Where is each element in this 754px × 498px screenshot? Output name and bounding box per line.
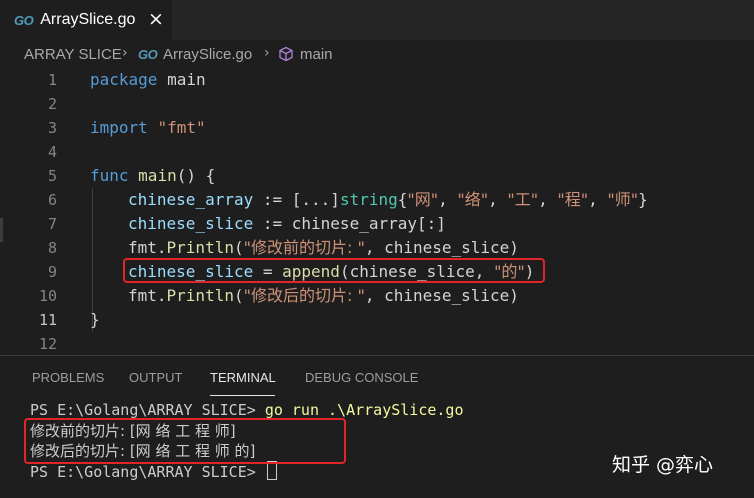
terminal-prompt: PS E:\Golang\ARRAY SLICE> [30,463,265,481]
function-name: Println [166,238,234,257]
close-icon[interactable]: × [148,9,164,29]
breadcrumb-file[interactable]: ArraySlice.go [163,46,252,63]
line-number: 5 [47,167,57,185]
tab-terminal[interactable]: TERMINAL [210,370,276,385]
line-number: 4 [47,143,57,161]
code-line-5: func main() { [90,164,215,188]
string-literal: "修改后的切片: " [243,286,365,305]
punctuation: , [588,190,608,209]
code-line-1: package main [90,68,206,92]
line-number: 3 [47,119,57,137]
function-name: main [138,166,177,185]
punctuation: ( [233,286,244,305]
chevron-right-icon: › [264,45,270,61]
breadcrumb-symbol[interactable]: main [300,46,333,63]
punctuation: } [90,310,100,329]
code-line-10: fmt.Println("修改后的切片: ", chinese_slice) [128,284,519,308]
type-name: string [339,190,398,209]
highlight-box [24,418,346,464]
code-editor[interactable]: 1 2 3 4 5 6 7 8 9 10 11 12 package main … [0,70,754,355]
function-name: Println [166,286,234,305]
line-number: 1 [47,71,57,89]
variable: chinese_slice [128,214,254,233]
punctuation: () { [176,166,216,185]
tab-title: ArraySlice.go [40,11,136,28]
line-number: 10 [38,287,57,305]
code-line-8: fmt.Println("修改前的切片: ", chinese_slice) [128,236,519,260]
symbol-method-icon [279,46,293,62]
line-number: 2 [47,95,57,113]
string-literal: "工" [507,190,539,209]
keyword: func [90,166,129,185]
package-ref: fmt. [128,238,167,257]
line-number-active: 11 [38,311,57,329]
watermark: 知乎 @弈心 [612,454,714,476]
terminal-prompt: PS E:\Golang\ARRAY SLICE> [30,401,265,419]
terminal-command: go run .\ArraySlice.go [264,401,464,419]
punctuation: } [638,190,648,209]
editor-tab-bar: GO ArraySlice.go × [0,0,754,40]
tab-debug-console[interactable]: DEBUG CONSOLE [305,370,418,385]
operator: := [...] [253,190,340,209]
breadcrumb-folder[interactable]: ARRAY SLICE [24,46,122,63]
keyword: import [90,118,148,137]
breadcrumb: ARRAY SLICE › GO ArraySlice.go › main [0,40,754,70]
variable: chinese_array [128,190,254,209]
string-literal: "修改前的切片: " [243,238,365,257]
line-number: 6 [47,191,57,209]
arguments: , chinese_slice) [364,238,519,257]
highlight-box [123,258,545,283]
punctuation: ( [233,238,244,257]
go-file-icon: GO [138,47,158,62]
chevron-right-icon: › [122,45,128,61]
punctuation: , [538,190,558,209]
punctuation: { [397,190,408,209]
punctuation: , [488,190,508,209]
string-literal: "fmt" [157,118,206,137]
tab-problems[interactable]: PROBLEMS [32,370,104,385]
code-line-3: import "fmt" [90,116,206,140]
terminal-command-line[interactable]: PS E:\Golang\ARRAY SLICE> go run .\Array… [30,400,464,420]
line-number: 8 [47,239,57,257]
string-literal: "网" [407,190,439,209]
string-literal: "程" [557,190,589,209]
keyword: package [90,70,158,89]
string-literal: "络" [457,190,489,209]
operator: := [253,214,292,233]
line-number: 12 [38,335,57,353]
go-file-icon: GO [14,12,34,28]
code-line-11: } [90,308,100,332]
expression: chinese_array[:] [291,214,446,233]
string-literal: "师" [607,190,639,209]
arguments: , chinese_slice) [364,286,519,305]
package-name: main [167,70,206,89]
tab-output[interactable]: OUTPUT [129,370,182,385]
line-number: 9 [47,263,57,281]
active-tab-indicator [210,395,275,396]
package-ref: fmt. [128,286,167,305]
terminal-prompt-line[interactable]: PS E:\Golang\ARRAY SLICE> [30,461,277,482]
line-number: 7 [47,215,57,233]
punctuation: , [438,190,458,209]
code-line-6: chinese_array := [...]string{"网", "络", "… [128,188,648,212]
code-line-7: chinese_slice := chinese_array[:] [128,212,446,236]
file-tab[interactable]: GO ArraySlice.go [0,0,172,40]
